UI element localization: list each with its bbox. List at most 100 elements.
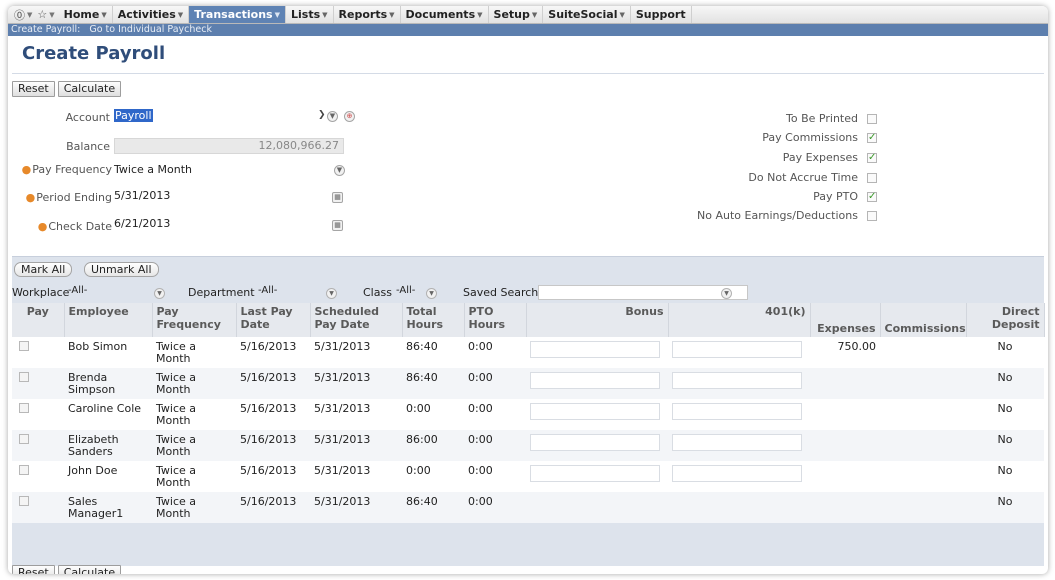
pay-checkbox[interactable] [19,341,29,351]
last-pay-cell: 5/16/2013 [240,402,297,415]
account-dropdown-icon[interactable]: ▼ [327,111,338,122]
pay-checkbox[interactable] [19,434,29,444]
to-be-printed-checkbox[interactable] [867,114,877,124]
nav-label: SuiteSocial [548,8,618,21]
bonus-input[interactable] [530,372,660,389]
col-scheduled-pay-date[interactable]: Scheduled Pay Date [310,303,403,337]
401k-input[interactable] [672,465,802,482]
col-pay[interactable]: Pay [12,303,65,337]
calculate-button[interactable]: Calculate [57,81,122,97]
pay-frequency-select[interactable]: Twice a Month [114,163,192,176]
chevron-down-icon: ▼ [274,10,280,19]
calculate-button[interactable]: Calculate [57,565,122,574]
bonus-input[interactable] [530,403,660,420]
col-pay-frequency[interactable]: Pay Frequency [152,303,237,337]
pto-hours-cell: 0:00 [468,464,493,477]
chevron-down-icon: ▼ [322,10,328,19]
department-dropdown-icon[interactable]: ▼ [326,288,337,299]
nav-label: Documents [405,8,476,21]
class-select[interactable]: -All- [396,285,415,296]
employee-cell: John Doe [68,464,118,477]
commissions-cell [880,399,966,430]
no-auto-earnings-checkbox[interactable] [867,211,877,221]
last-pay-cell: 5/16/2013 [240,340,297,353]
balance-field: 12,080,966.27 [114,138,344,154]
bonus-input[interactable] [530,341,660,358]
calendar-icon[interactable]: ▦ [332,192,343,203]
nav-documents[interactable]: Documents ▼ [401,6,489,23]
calendar-icon[interactable]: ▦ [332,220,343,231]
do-not-accrue-time-label: Do Not Accrue Time [748,171,858,184]
star-icon[interactable]: ☆ [37,8,47,21]
pay-checkbox[interactable] [19,372,29,382]
reset-button[interactable]: Reset [12,565,55,574]
nav-lists[interactable]: Lists ▼ [286,6,334,23]
commissions-cell [880,337,966,368]
nav-setup[interactable]: Setup ▼ [489,6,544,23]
nav-activities[interactable]: Activities ▼ [113,6,190,23]
workplace-label: Workplace [12,286,70,299]
pay-pto-checkbox[interactable]: ✓ [867,192,877,202]
account-label: Account [65,111,110,124]
workplace-dropdown-icon[interactable]: ▼ [154,288,165,299]
workplace-select[interactable]: -All- [68,285,87,296]
chevron-down-icon: ▼ [101,10,107,19]
recent-icon[interactable]: ⓪ [14,7,25,23]
bottom-button-row: Reset Calculate [12,565,122,574]
401k-input[interactable] [672,341,802,358]
account-field[interactable]: Payroll [114,109,153,122]
col-last-pay-date[interactable]: Last Pay Date [236,303,311,337]
saved-search-dropdown-icon[interactable]: ▼ [721,288,732,299]
pay-frequency-label: ●Pay Frequency [8,163,112,176]
nav-transactions[interactable]: Transactions ▼ [189,6,286,23]
class-dropdown-icon[interactable]: ▼ [426,288,437,299]
col-pto-hours[interactable]: PTO Hours [464,303,527,337]
department-select[interactable]: -All- [258,285,277,296]
401k-input[interactable] [672,403,802,420]
401k-input[interactable] [672,372,802,389]
nav-support[interactable]: Support [631,6,692,23]
subnav-individual-paycheck-link[interactable]: Go to Individual Paycheck [89,24,212,35]
pay-checkbox[interactable] [19,465,29,475]
scheduled-cell: 5/31/2013 [310,368,402,399]
pay-pto-label: Pay PTO [813,190,858,203]
account-new-icon[interactable]: ⊕ [344,111,355,122]
mark-all-button[interactable]: Mark All [14,262,73,277]
check-date-input[interactable]: 6/21/2013 [114,217,170,230]
do-not-accrue-time-checkbox[interactable] [867,173,877,183]
unmark-all-button[interactable]: Unmark All [84,262,159,277]
saved-search-select[interactable] [538,285,748,300]
col-401k[interactable]: 401(k) [668,303,811,337]
account-chevron-icon[interactable]: ❯ [318,110,326,120]
chevron-down-icon: ▼ [619,10,625,19]
col-bonus[interactable]: Bonus [526,303,669,337]
scheduled-cell: 5/31/2013 [310,492,402,523]
top-button-row: Reset Calculate [12,81,122,97]
nav-home[interactable]: Home ▼ [59,6,113,23]
nav-reports[interactable]: Reports ▼ [334,6,401,23]
nav-suitesocial[interactable]: SuiteSocial ▼ [543,6,631,23]
401k-input[interactable] [672,434,802,451]
bonus-input[interactable] [530,434,660,451]
bonus-input[interactable] [530,465,660,482]
scheduled-cell: 5/31/2013 [314,340,371,353]
col-commissions[interactable]: Commissions [880,303,967,337]
col-total-hours[interactable]: Total Hours [402,303,465,337]
col-direct-deposit[interactable]: Direct Deposit [966,303,1045,337]
pay-expenses-checkbox[interactable]: ✓ [867,153,877,163]
pay-commissions-checkbox[interactable]: ✓ [867,133,877,143]
direct-deposit-cell: No [966,430,1044,461]
col-expenses[interactable]: Expenses [810,303,881,337]
pay-frequency-dropdown-icon[interactable]: ▼ [334,165,345,176]
pay-checkbox[interactable] [19,496,29,506]
reset-button[interactable]: Reset [12,81,55,97]
pay-checkbox[interactable] [19,403,29,413]
col-employee[interactable]: Employee [64,303,153,337]
total-hours-cell: 86:40 [402,368,464,399]
saved-search-label: Saved Search [463,286,539,299]
last-pay-cell: 5/16/2013 [240,464,297,477]
period-ending-input[interactable]: 5/31/2013 [114,189,170,202]
table-row: Brenda Simpson Twice a Month 5/16/2013 5… [12,368,1044,399]
commissions-cell [880,368,966,399]
direct-deposit-cell: No [966,368,1044,399]
